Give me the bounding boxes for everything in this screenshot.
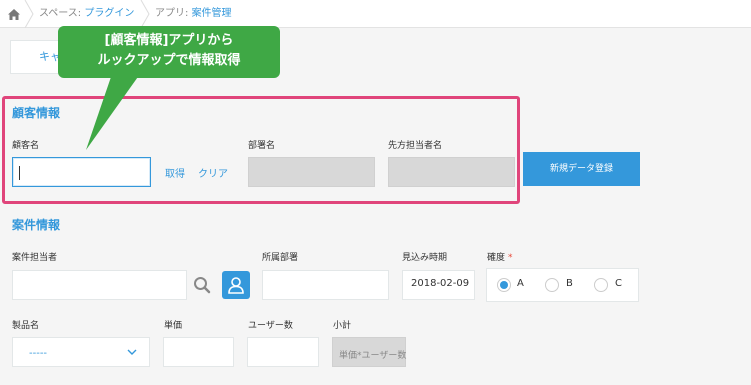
lookup-callout: [顧客情報]アプリから ルックアップで情報取得 bbox=[58, 26, 280, 78]
callout-line-2: ルックアップで情報取得 bbox=[97, 53, 241, 68]
callout-line-1: [顧客情報]アプリから bbox=[104, 33, 234, 48]
